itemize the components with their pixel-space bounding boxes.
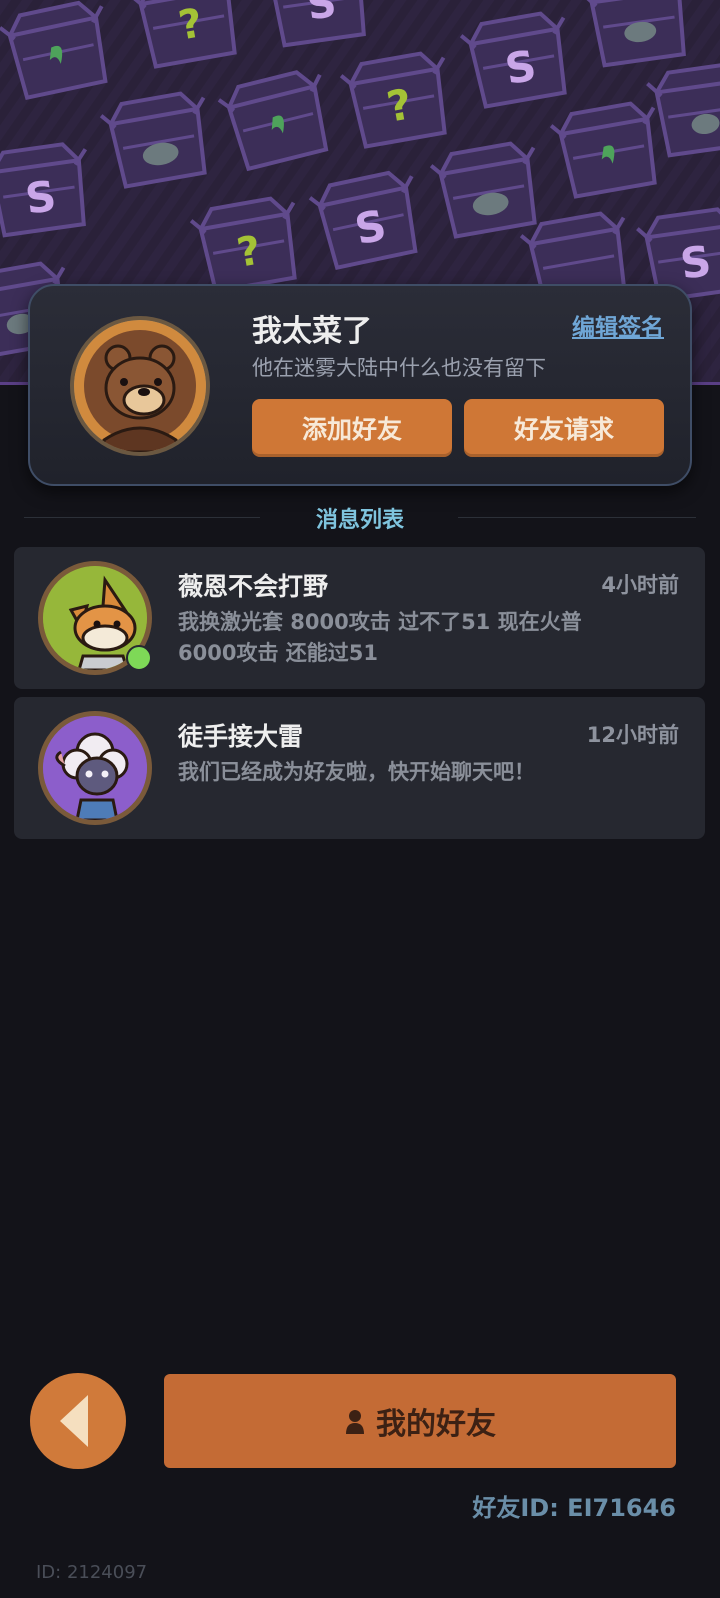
add-friend-button[interactable]: 添加好友 — [252, 399, 452, 457]
svg-text:S: S — [304, 0, 339, 29]
bear-avatar-icon — [74, 320, 206, 452]
back-arrow-icon — [60, 1395, 88, 1447]
message-preview: 我换激光套 8000攻击 过不了51 现在火普 6000攻击 还能过51 — [178, 610, 582, 665]
profile-card: 我太菜了 编辑签名 他在迷雾大陆中什么也没有留下 添加好友 好友请求 — [28, 284, 692, 486]
message-sender-name: 徒手接大雷 — [178, 722, 304, 751]
message-time: 4小时前 — [601, 573, 679, 597]
person-icon — [344, 1408, 366, 1434]
back-button[interactable] — [30, 1373, 126, 1469]
avatar[interactable] — [70, 316, 210, 456]
section-title: 消息列表 — [315, 508, 404, 533]
online-status-dot — [126, 645, 152, 671]
avatar[interactable] — [38, 711, 152, 825]
friend-id-label: 好友ID: EI71646 — [472, 1494, 676, 1522]
friend-request-button[interactable]: 好友请求 — [464, 399, 664, 457]
message-item[interactable]: 薇恩不会打野 4小时前 我换激光套 8000攻击 过不了51 现在火普 6000… — [14, 547, 705, 689]
user-id-label: ID: 2124097 — [36, 1562, 148, 1583]
edit-signature-link[interactable]: 编辑签名 — [572, 308, 664, 342]
profile-name: 我太菜了 — [252, 314, 372, 349]
message-preview: 我们已经成为好友啦，快开始聊天吧！ — [178, 760, 535, 784]
my-friends-label: 我的好友 — [376, 1407, 496, 1442]
message-time: 12小时前 — [586, 723, 679, 747]
message-item[interactable]: 徒手接大雷 12小时前 我们已经成为好友啦，快开始聊天吧！ — [14, 697, 705, 839]
profile-signature: 他在迷雾大陆中什么也没有留下 — [252, 356, 546, 380]
sheep-avatar-icon — [43, 716, 147, 820]
my-friends-button[interactable]: 我的好友 — [164, 1374, 676, 1468]
message-sender-name: 薇恩不会打野 — [178, 572, 329, 601]
